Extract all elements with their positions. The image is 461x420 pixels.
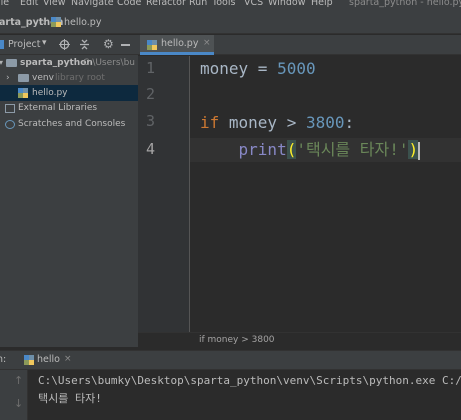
arrow-down-icon[interactable]: ↓ — [14, 397, 23, 410]
collapse-all-icon[interactable] — [79, 39, 90, 53]
line-number-gutter: 1 2 3 4 — [138, 56, 190, 332]
locate-icon[interactable] — [59, 39, 70, 53]
menu-vcs[interactable]: VCS — [244, 0, 263, 10]
line-number: 1 — [145, 59, 155, 77]
chevron-down-icon[interactable]: ▾ — [42, 38, 47, 48]
project-view-icon — [0, 40, 4, 49]
tree-item-project-root[interactable]: ▾ sparta_python C:\Users\bu — [0, 55, 138, 71]
run-panel-title: n: — [0, 354, 7, 365]
project-root-path: C:\Users\bu — [83, 58, 136, 68]
library-icon — [5, 104, 15, 113]
code-editor[interactable] — [190, 56, 461, 332]
code-number: 3800 — [305, 113, 345, 132]
close-icon[interactable]: × — [64, 354, 72, 364]
project-view-selector[interactable]: Project — [8, 39, 41, 50]
code-operator: = — [248, 59, 278, 78]
project-tree: ▾ sparta_python C:\Users\bu › venv libra… — [0, 55, 138, 347]
code-line-1[interactable]: money = 5000 — [200, 58, 316, 80]
menu-help[interactable]: Help — [311, 0, 333, 10]
python-file-icon — [24, 355, 34, 368]
python-file-icon — [51, 17, 61, 27]
navigation-bar: arta_python › hello.py — [0, 12, 461, 34]
line-number: 3 — [145, 112, 155, 130]
run-config-tab[interactable]: hello — [37, 354, 60, 365]
menu-run[interactable]: Run — [189, 0, 207, 10]
project-root-name: sparta_python — [20, 58, 93, 68]
tab-label: hello.py — [161, 38, 199, 49]
code-punctuation: : — [344, 113, 355, 132]
menu-code[interactable]: Code — [117, 0, 141, 10]
editor-tab-bar: hello.py × — [138, 35, 461, 55]
code-number: 5000 — [277, 59, 316, 78]
line-number: 2 — [145, 85, 155, 103]
code-paren-open: ( — [286, 140, 297, 159]
menu-window[interactable]: Window — [268, 0, 305, 10]
menu-refactor[interactable]: Refactor — [146, 0, 186, 10]
tree-item-external-libraries[interactable]: External Libraries — [0, 100, 138, 116]
menu-bar: ile Edit View Navigate Code Refactor Run… — [0, 0, 461, 12]
editor-breadcrumb[interactable]: if money > 3800 — [199, 335, 275, 345]
menu-edit[interactable]: Edit — [20, 0, 38, 10]
scratches-icon — [5, 120, 15, 129]
code-paren-close: ) — [408, 140, 419, 159]
project-toolbar: Project ▾ ⚙ — [0, 35, 138, 55]
tree-item-venv[interactable]: › venv library root — [0, 70, 138, 86]
code-string: '택시를 타자!' — [296, 140, 409, 159]
console-line: C:\Users\bumky\Desktop\sparta_python\ven… — [38, 374, 461, 387]
console-line: 택시를 타자! — [38, 392, 102, 405]
file-name: hello.py — [32, 88, 68, 98]
python-file-icon — [147, 40, 157, 53]
code-expression: money > — [219, 113, 306, 132]
gear-icon[interactable]: ⚙ — [103, 37, 114, 51]
menu-tools[interactable]: Tools — [212, 0, 235, 10]
run-panel-header: n: hello × — [0, 350, 461, 370]
code-keyword: if — [200, 113, 220, 132]
venv-name: venv — [32, 73, 54, 83]
run-toolbar: ↑ ↓ — [0, 370, 28, 420]
text-caret — [418, 141, 421, 160]
run-console[interactable]: C:\Users\bumky\Desktop\sparta_python\ven… — [28, 370, 461, 420]
chevron-right-icon[interactable]: › — [6, 70, 10, 86]
tree-item-scratches[interactable]: Scratches and Consoles — [0, 116, 138, 132]
menu-navigate[interactable]: Navigate — [71, 0, 114, 10]
arrow-up-icon[interactable]: ↑ — [14, 374, 23, 387]
menu-file[interactable]: ile — [0, 0, 9, 10]
scratches-label: Scratches and Consoles — [18, 119, 126, 129]
minimize-icon[interactable] — [121, 44, 130, 46]
code-line-4[interactable]: print('택시를 타자!') — [200, 139, 421, 161]
folder-icon — [18, 74, 29, 82]
tab-hello-py[interactable]: hello.py × — [140, 35, 214, 55]
nav-separator-icon: › — [42, 17, 46, 28]
venv-hint: library root — [55, 73, 105, 83]
external-libraries-label: External Libraries — [18, 103, 98, 113]
window-title: sparta_python - hello.py — [349, 0, 461, 8]
code-line-3[interactable]: if money > 3800: — [200, 112, 354, 134]
line-number-current: 4 — [145, 140, 155, 158]
chevron-down-icon[interactable]: ▾ — [0, 55, 3, 71]
menu-view[interactable]: View — [43, 0, 66, 10]
close-icon[interactable]: × — [203, 38, 211, 48]
editor-breadcrumb-bar: if money > 3800 — [138, 332, 461, 348]
folder-icon — [6, 59, 17, 67]
nav-file[interactable]: hello.py — [64, 16, 101, 30]
tree-item-hello-py[interactable]: hello.py — [0, 85, 138, 101]
code-builtin: print — [238, 140, 287, 159]
code-identifier: money — [200, 59, 249, 78]
